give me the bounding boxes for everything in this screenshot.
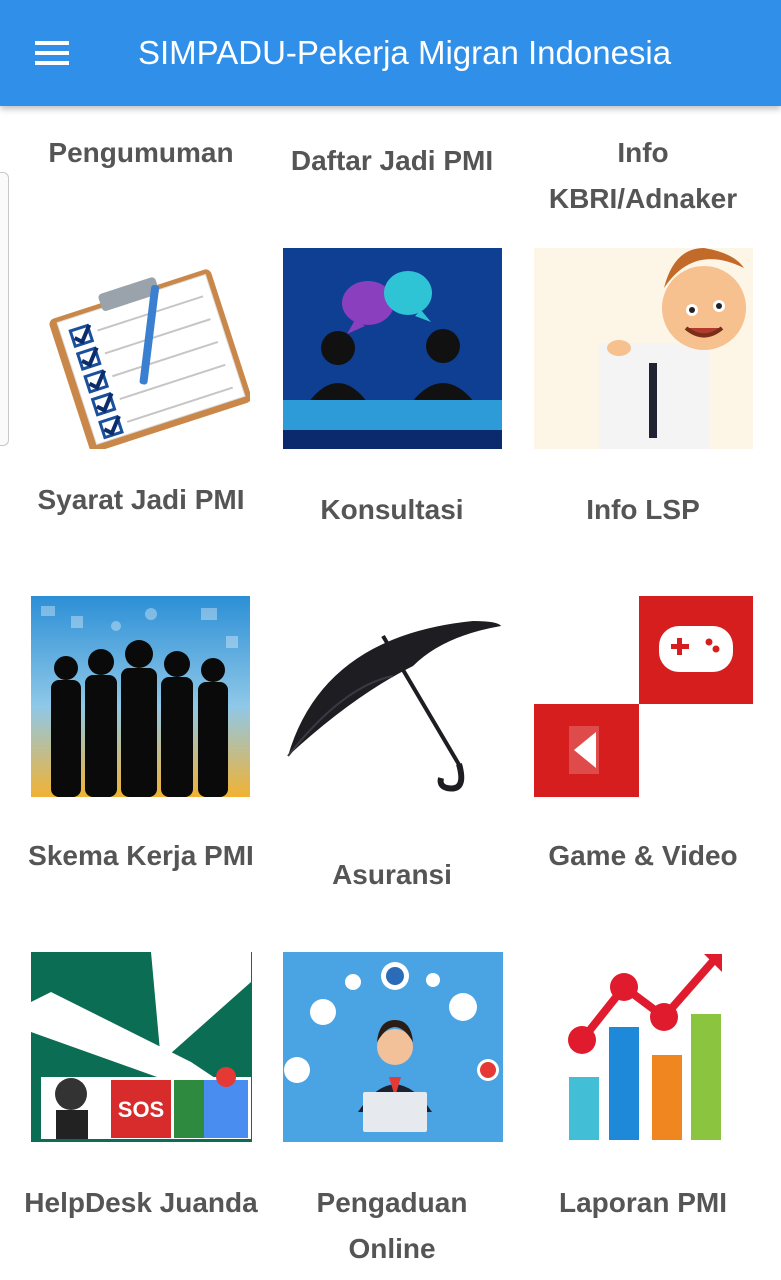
cartoon-man-sign-icon[interactable] [534, 248, 753, 449]
growth-chart-icon[interactable] [564, 952, 724, 1142]
menu-label-pengaduan-online[interactable]: Pengaduan Online [272, 1180, 512, 1272]
menu-label-pengumuman[interactable]: Pengumuman [21, 130, 261, 176]
menu-label-info-kbri[interactable]: Info KBRI/Adnaker [523, 130, 763, 222]
menu-label-game-video[interactable]: Game & Video [523, 833, 763, 879]
menu-label-laporan-pmi[interactable]: Laporan PMI [523, 1180, 763, 1226]
menu-label-asuransi[interactable]: Asuransi [272, 852, 512, 898]
hamburger-menu-icon[interactable] [24, 28, 80, 78]
app-bar: SIMPADU-Pekerja Migran Indonesia [0, 0, 781, 106]
umbrella-icon[interactable] [283, 596, 502, 797]
game-video-icon[interactable] [534, 596, 753, 797]
menu-label-helpdesk-juanda[interactable]: HelpDesk Juanda [21, 1180, 261, 1226]
silhouette-group-icon[interactable] [31, 596, 250, 797]
menu-label-daftar-jadi-pmi[interactable]: Daftar Jadi PMI [272, 138, 512, 184]
online-complaint-icon[interactable] [283, 952, 503, 1142]
menu-label-syarat-jadi-pmi[interactable]: Syarat Jadi PMI [21, 477, 261, 523]
page-title: SIMPADU-Pekerja Migran Indonesia [138, 34, 672, 71]
airplane-helpdesk-icon[interactable]: SOS [31, 952, 252, 1142]
menu-label-skema-kerja-pmi[interactable]: Skema Kerja PMI [21, 833, 261, 879]
checklist-clipboard-icon[interactable] [31, 248, 250, 449]
consultation-people-icon[interactable] [283, 248, 502, 449]
menu-label-konsultasi[interactable]: Konsultasi [272, 487, 512, 533]
menu-label-info-lsp[interactable]: Info LSP [523, 487, 763, 533]
sos-text: SOS [118, 1097, 164, 1122]
drawer-edge-handle[interactable] [0, 172, 9, 446]
